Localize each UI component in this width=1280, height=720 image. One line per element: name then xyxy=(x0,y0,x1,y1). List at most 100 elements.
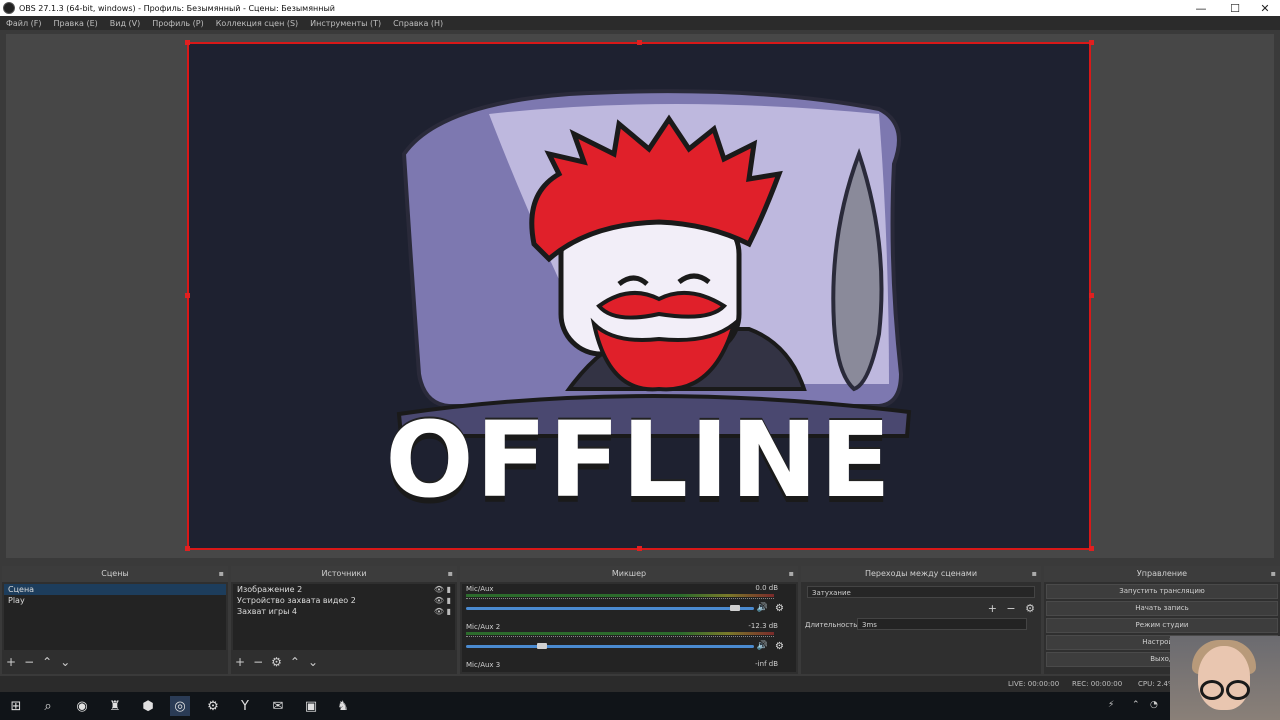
remove-source-icon[interactable]: − xyxy=(253,655,263,669)
menu-edit[interactable]: Правка (E) xyxy=(54,19,98,28)
maximize-button[interactable]: ☐ xyxy=(1220,0,1250,16)
menu-view[interactable]: Вид (V) xyxy=(110,19,140,28)
transition-select[interactable]: Затухание xyxy=(807,586,1035,598)
slider-knob[interactable] xyxy=(536,643,547,649)
chevron-up-icon[interactable]: ⌃ xyxy=(1132,700,1140,710)
minimize-button[interactable]: — xyxy=(1186,0,1216,16)
scenes-list: Сцена Play xyxy=(4,584,226,650)
dock-float-icon[interactable]: ▪ xyxy=(1271,566,1276,582)
meter-scale xyxy=(466,636,774,642)
resize-handle[interactable] xyxy=(185,40,190,45)
move-up-icon[interactable]: ⌃ xyxy=(290,655,300,669)
shield-icon[interactable]: ⬢ xyxy=(138,696,158,716)
obs-app-icon xyxy=(3,2,15,14)
eye-lock-icon[interactable]: 👁 ▮ xyxy=(434,584,451,595)
transition-toolbar: + − ⚙ xyxy=(982,602,1035,615)
slider-knob[interactable] xyxy=(729,605,740,611)
dock-area: Сцены ▪ Сцена Play + − ⌃ ⌄ Источники ▪ Изо… xyxy=(0,566,1280,676)
start-streaming-button[interactable]: Запустить трансляцию xyxy=(1046,584,1278,599)
window-title: OBS 27.1.3 (64-bit, windows) - Профиль: … xyxy=(19,3,335,13)
yandex-icon[interactable]: Y xyxy=(235,696,255,716)
obs-icon[interactable]: ◎ xyxy=(170,696,190,716)
volume-meter xyxy=(466,594,774,597)
eye-lock-icon[interactable]: 👁 ▮ xyxy=(434,595,451,606)
duration-label: Длительность xyxy=(805,621,858,629)
photos-icon[interactable]: ▣ xyxy=(301,696,321,716)
start-icon[interactable]: ⊞ xyxy=(6,696,26,716)
wifi-icon[interactable]: ◔ xyxy=(1150,700,1158,710)
app-icon[interactable]: ♞ xyxy=(333,696,353,716)
gear-icon[interactable]: ⚙ xyxy=(1025,602,1035,615)
sources-list: Изображение 2 👁 ▮ Устройство захвата виде… xyxy=(233,584,455,650)
scenes-toolbar: + − ⌃ ⌄ xyxy=(6,654,78,670)
eye-lock-icon[interactable]: 👁 ▮ xyxy=(434,606,451,617)
menu-tools[interactable]: Инструменты (T) xyxy=(310,19,381,28)
scenes-dock: Сцены ▪ Сцена Play + − ⌃ ⌄ xyxy=(2,566,228,674)
move-down-icon[interactable]: ⌄ xyxy=(308,655,318,669)
meter-scale xyxy=(466,598,774,604)
gear-icon[interactable]: ⚙ xyxy=(775,603,784,614)
search-icon[interactable]: ⌕ xyxy=(38,696,58,716)
resize-handle[interactable] xyxy=(637,40,642,45)
gear-icon[interactable]: ⚙ xyxy=(775,641,784,652)
sources-dock: Источники ▪ Изображение 2 👁 ▮ Устройство з… xyxy=(231,566,457,674)
preview-canvas[interactable]: OFFLINE xyxy=(187,42,1091,550)
speaker-icon[interactable]: 🔊 xyxy=(757,641,768,651)
menu-file[interactable]: Файл (F) xyxy=(6,19,42,28)
live-timer: LIVE: 00:00:00 xyxy=(1008,680,1060,688)
add-scene-icon[interactable]: + xyxy=(6,655,16,669)
studio-mode-button[interactable]: Режим студии xyxy=(1046,618,1278,633)
speaker-icon[interactable]: 🔊 xyxy=(757,603,768,613)
remove-scene-icon[interactable]: − xyxy=(24,655,34,669)
resize-handle[interactable] xyxy=(185,293,190,298)
webcam-overlay xyxy=(1170,636,1280,720)
title-bar: OBS 27.1.3 (64-bit, windows) - Профиль: … xyxy=(0,0,1280,16)
sources-dock-title: Источники ▪ xyxy=(231,566,457,582)
volume-slider[interactable] xyxy=(466,643,754,649)
menu-help[interactable]: Справка (H) xyxy=(393,19,443,28)
status-bar: LIVE: 00:00:00 REC: 00:00:00 CPU: 2.4% xyxy=(0,676,1280,692)
rec-timer: REC: 00:00:00 xyxy=(1072,680,1123,688)
dock-float-icon[interactable]: ▪ xyxy=(219,566,224,582)
start-recording-button[interactable]: Начать запись xyxy=(1046,601,1278,616)
chrome-icon[interactable]: ◉ xyxy=(72,696,92,716)
resize-handle[interactable] xyxy=(1089,546,1094,551)
resize-handle[interactable] xyxy=(1089,293,1094,298)
dock-float-icon[interactable]: ▪ xyxy=(1032,566,1037,582)
game-icon[interactable]: ♜ xyxy=(105,696,125,716)
resize-handle[interactable] xyxy=(1089,40,1094,45)
source-item[interactable]: Изображение 2 👁 ▮ xyxy=(233,584,455,595)
volume-meter xyxy=(466,632,774,635)
scenes-dock-title: Сцены ▪ xyxy=(2,566,228,582)
duration-input[interactable]: 3ms xyxy=(857,618,1027,630)
close-button[interactable]: ✕ xyxy=(1250,0,1280,16)
mixer-dock-title: Микшер ▪ xyxy=(460,566,798,582)
menu-scene-collection[interactable]: Коллекция сцен (S) xyxy=(216,19,298,28)
gear-icon[interactable]: ⚙ xyxy=(271,655,282,669)
dock-float-icon[interactable]: ▪ xyxy=(789,566,794,582)
mixer-channels: Mic/Aux 0.0 dB 🔊 ⚙ Mic/Aux 2 -12.3 dB 🔊 … xyxy=(462,584,796,672)
mixer-channel: Mic/Aux 3 -inf dB xyxy=(466,660,778,669)
source-item[interactable]: Устройство захвата видео 2 👁 ▮ xyxy=(233,595,455,606)
resize-handle[interactable] xyxy=(185,546,190,551)
resize-handle[interactable] xyxy=(637,546,642,551)
steam-icon[interactable]: ⚙ xyxy=(203,696,223,716)
remove-transition-icon[interactable]: − xyxy=(1006,602,1015,615)
transitions-dock: Переходы между сценами ▪ Затухание + − ⚙ … xyxy=(801,566,1041,674)
add-source-icon[interactable]: + xyxy=(235,655,245,669)
controls-dock-title: Управление ▪ xyxy=(1044,566,1280,582)
menu-profile[interactable]: Профиль (P) xyxy=(152,19,203,28)
windows-taskbar: ⊞ ⌕ ◉ ♜ ⬢ ◎ ⚙ Y ✉ ▣ ♞ ⚡ ⌃ ◔ xyxy=(0,692,1280,720)
move-up-icon[interactable]: ⌃ xyxy=(42,655,52,669)
move-down-icon[interactable]: ⌄ xyxy=(60,655,70,669)
add-transition-icon[interactable]: + xyxy=(988,602,997,615)
mail-icon[interactable]: ✉ xyxy=(268,696,288,716)
scene-item[interactable]: Сцена xyxy=(4,584,226,595)
dock-float-icon[interactable]: ▪ xyxy=(448,566,453,582)
network-icon[interactable]: ⚡ xyxy=(1108,700,1114,710)
preview-area[interactable]: OFFLINE xyxy=(6,34,1274,558)
mixer-channel: Mic/Aux 0.0 dB 🔊 ⚙ xyxy=(466,584,784,614)
source-item[interactable]: Захват игры 4 👁 ▮ xyxy=(233,606,455,617)
scene-item[interactable]: Play xyxy=(4,595,226,606)
volume-slider[interactable] xyxy=(466,605,754,611)
